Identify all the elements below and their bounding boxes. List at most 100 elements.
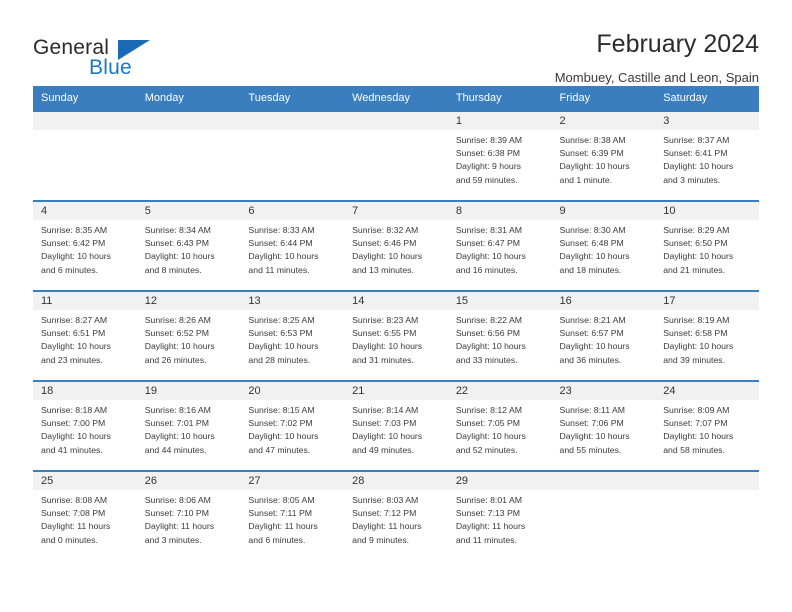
day-number: 27 xyxy=(240,472,345,490)
day-info-line: Sunset: 6:38 PM xyxy=(455,148,521,159)
calendar-day-cell[interactable]: 27 Sunrise: 8:05 AM Sunset: 7:11 PM Dayligh… xyxy=(240,470,345,561)
day-info: Sunrise: 8:34 AM Sunset: 6:43 PM Daylight:… xyxy=(137,220,241,277)
day-number xyxy=(344,112,448,130)
weekday-header-row: Sunday Monday Tuesday Wednesday Thursday Frid… xyxy=(33,86,759,111)
calendar-day-cell[interactable]: 8 Sunrise: 8:31 AM Sunset: 6:47 PM Daylight… xyxy=(447,200,552,291)
day-info: Sunrise: 8:31 AM Sunset: 6:47 PM Daylight:… xyxy=(448,220,552,277)
day-info-line: Sunset: 7:11 PM xyxy=(248,508,312,519)
day-info-line: and 9 minutes. xyxy=(352,534,410,545)
day-info xyxy=(655,490,759,494)
calendar-day-cell[interactable]: 17 Sunrise: 8:19 AM Sunset: 6:58 PM Dayligh… xyxy=(655,290,759,381)
calendar-day-cell[interactable]: 9 Sunrise: 8:30 AM Sunset: 6:48 PM Daylight… xyxy=(551,200,656,291)
calendar-day-cell[interactable]: 2 Sunrise: 8:38 AM Sunset: 6:39 PM Daylight… xyxy=(551,110,656,201)
day-info-line: Sunrise: 8:16 AM xyxy=(144,405,211,415)
day-info-line: Daylight: 11 hours xyxy=(455,521,526,532)
day-info-line: Sunrise: 8:23 AM xyxy=(352,315,419,325)
title-block: February 2024 Mombuey, Castille and Leon… xyxy=(555,28,759,85)
day-info-line: and 47 minutes. xyxy=(248,444,311,455)
day-info-line: and 11 minutes. xyxy=(248,264,310,275)
day-number: 4 xyxy=(33,202,137,220)
day-info-line: Daylight: 10 hours xyxy=(663,161,734,172)
calendar-day-cell[interactable]: 26 Sunrise: 8:06 AM Sunset: 7:10 PM Dayligh… xyxy=(136,470,241,561)
calendar-day-cell[interactable]: 24 Sunrise: 8:09 AM Sunset: 7:07 PM Dayligh… xyxy=(655,380,759,471)
day-info-line: Daylight: 10 hours xyxy=(559,251,630,262)
day-info: Sunrise: 8:27 AM Sunset: 6:51 PM Daylight:… xyxy=(33,310,137,367)
calendar-day-cell[interactable]: 20 Sunrise: 8:15 AM Sunset: 7:02 PM Dayligh… xyxy=(240,380,345,471)
day-info xyxy=(552,490,656,494)
calendar-day-cell[interactable]: 16 Sunrise: 8:21 AM Sunset: 6:57 PM Dayligh… xyxy=(551,290,656,381)
day-number: 22 xyxy=(447,382,552,400)
calendar-day-cell[interactable]: 4 Sunrise: 8:35 AM Sunset: 6:42 PM Daylight… xyxy=(33,200,137,291)
cell-inner: 18 Sunrise: 8:18 AM Sunset: 7:00 PM Dayligh… xyxy=(33,382,137,470)
day-info-line: and 39 minutes. xyxy=(663,354,726,365)
day-info-line: and 6 minutes. xyxy=(41,264,98,275)
day-info xyxy=(240,130,344,134)
day-info-line: Daylight: 11 hours xyxy=(41,521,111,532)
day-info-line: Daylight: 10 hours xyxy=(455,341,526,352)
day-info: Sunrise: 8:11 AM Sunset: 7:06 PM Daylight:… xyxy=(552,400,656,457)
day-info-line: and 23 minutes. xyxy=(41,354,103,365)
day-info: Sunrise: 8:22 AM Sunset: 6:56 PM Daylight:… xyxy=(448,310,552,367)
day-info-line: Sunrise: 8:32 AM xyxy=(352,225,419,235)
day-info-line: and 3 minutes. xyxy=(144,534,202,545)
day-info-line: and 52 minutes. xyxy=(455,444,518,455)
calendar-day-cell[interactable]: 7 Sunrise: 8:32 AM Sunset: 6:46 PM Daylight… xyxy=(344,200,448,291)
day-info: Sunrise: 8:25 AM Sunset: 6:53 PM Daylight:… xyxy=(240,310,344,367)
calendar-day-cell[interactable]: 3 Sunrise: 8:37 AM Sunset: 6:41 PM Daylight… xyxy=(655,110,759,201)
cell-inner xyxy=(33,112,137,200)
calendar-day-cell[interactable]: 5 Sunrise: 8:34 AM Sunset: 6:43 PM Daylight… xyxy=(136,200,241,291)
calendar-day-cell[interactable]: 25 Sunrise: 8:08 AM Sunset: 7:08 PM Dayligh… xyxy=(33,470,137,561)
weekday-header-friday: Friday xyxy=(551,86,656,111)
calendar-day-cell[interactable]: 12 Sunrise: 8:26 AM Sunset: 6:52 PM Dayligh… xyxy=(136,290,241,381)
day-number xyxy=(136,112,241,130)
cell-inner: 27 Sunrise: 8:05 AM Sunset: 7:11 PM Dayligh… xyxy=(240,472,345,561)
day-info-line: Daylight: 10 hours xyxy=(144,251,215,262)
day-number: 29 xyxy=(447,472,552,490)
day-info-line: and 18 minutes. xyxy=(559,264,622,275)
day-info-line: Sunrise: 8:30 AM xyxy=(559,225,626,235)
calendar-day-cell[interactable]: 19 Sunrise: 8:16 AM Sunset: 7:01 PM Dayligh… xyxy=(136,380,241,471)
day-info: Sunrise: 8:19 AM Sunset: 6:58 PM Daylight:… xyxy=(655,310,759,367)
calendar-day-cell[interactable]: 23 Sunrise: 8:11 AM Sunset: 7:06 PM Dayligh… xyxy=(551,380,656,471)
weekday-header-monday: Monday xyxy=(136,86,241,111)
day-info-line: Daylight: 11 hours xyxy=(352,521,422,532)
day-info-line: Sunset: 7:12 PM xyxy=(352,508,417,519)
day-info-line: and 28 minutes. xyxy=(248,354,311,365)
day-info-line: Daylight: 10 hours xyxy=(559,161,630,172)
day-info-line: and 11 minutes. xyxy=(455,534,517,545)
calendar-day-cell[interactable]: 1 Sunrise: 8:39 AM Sunset: 6:38 PM Daylight… xyxy=(447,110,552,201)
calendar-grid: Sunday Monday Tuesday Wednesday Thursday Frid… xyxy=(33,86,759,561)
calendar-day-cell[interactable]: 11 Sunrise: 8:27 AM Sunset: 6:51 PM Dayligh… xyxy=(33,290,137,381)
calendar-day-cell[interactable]: 13 Sunrise: 8:25 AM Sunset: 6:53 PM Dayligh… xyxy=(240,290,345,381)
day-info-line: Daylight: 10 hours xyxy=(248,431,319,442)
day-info-line: Sunset: 6:42 PM xyxy=(41,238,106,249)
cell-inner: 17 Sunrise: 8:19 AM Sunset: 6:58 PM Dayligh… xyxy=(655,292,759,380)
weekday-header-saturday: Saturday xyxy=(655,86,759,111)
weekday-header-tuesday: Tuesday xyxy=(240,86,345,111)
day-info-line: Sunrise: 8:19 AM xyxy=(663,315,730,325)
cell-inner: 23 Sunrise: 8:11 AM Sunset: 7:06 PM Dayligh… xyxy=(551,382,656,470)
day-number xyxy=(240,112,345,130)
cell-inner: 19 Sunrise: 8:16 AM Sunset: 7:01 PM Dayligh… xyxy=(136,382,241,470)
day-info: Sunrise: 8:26 AM Sunset: 6:52 PM Daylight:… xyxy=(137,310,241,367)
cell-inner: 14 Sunrise: 8:23 AM Sunset: 6:55 PM Dayligh… xyxy=(344,292,448,380)
day-info-line: Sunrise: 8:18 AM xyxy=(41,405,108,415)
calendar-day-cell[interactable]: 29 Sunrise: 8:01 AM Sunset: 7:13 PM Dayligh… xyxy=(447,470,552,561)
day-info-line: Daylight: 10 hours xyxy=(41,341,112,352)
calendar-day-cell[interactable]: 18 Sunrise: 8:18 AM Sunset: 7:00 PM Dayligh… xyxy=(33,380,137,471)
day-info-line: and 16 minutes. xyxy=(455,264,518,275)
calendar-day-cell[interactable]: 15 Sunrise: 8:22 AM Sunset: 6:56 PM Dayligh… xyxy=(447,290,552,381)
day-info-line: Sunrise: 8:21 AM xyxy=(559,315,626,325)
calendar-day-cell[interactable]: 21 Sunrise: 8:14 AM Sunset: 7:03 PM Dayligh… xyxy=(344,380,448,471)
brand-logo[interactable]: General Blue xyxy=(33,28,183,84)
calendar-day-cell[interactable]: 28 Sunrise: 8:03 AM Sunset: 7:12 PM Dayligh… xyxy=(344,470,448,561)
calendar-day-cell[interactable]: 22 Sunrise: 8:12 AM Sunset: 7:05 PM Dayligh… xyxy=(447,380,552,471)
calendar-day-cell[interactable]: 6 Sunrise: 8:33 AM Sunset: 6:44 PM Daylight… xyxy=(240,200,345,291)
day-info-line: Sunrise: 8:29 AM xyxy=(663,225,730,235)
page-subtitle: Mombuey, Castille and Leon, Spain xyxy=(554,69,759,85)
calendar-day-cell[interactable]: 14 Sunrise: 8:23 AM Sunset: 6:55 PM Dayligh… xyxy=(344,290,448,381)
calendar-week-row: 18 Sunrise: 8:18 AM Sunset: 7:00 PM Dayligh… xyxy=(33,380,759,471)
day-number: 2 xyxy=(551,112,656,130)
calendar-day-cell[interactable]: 10 Sunrise: 8:29 AM Sunset: 6:50 PM Dayligh… xyxy=(655,200,759,291)
day-info: Sunrise: 8:32 AM Sunset: 6:46 PM Daylight:… xyxy=(344,220,448,277)
